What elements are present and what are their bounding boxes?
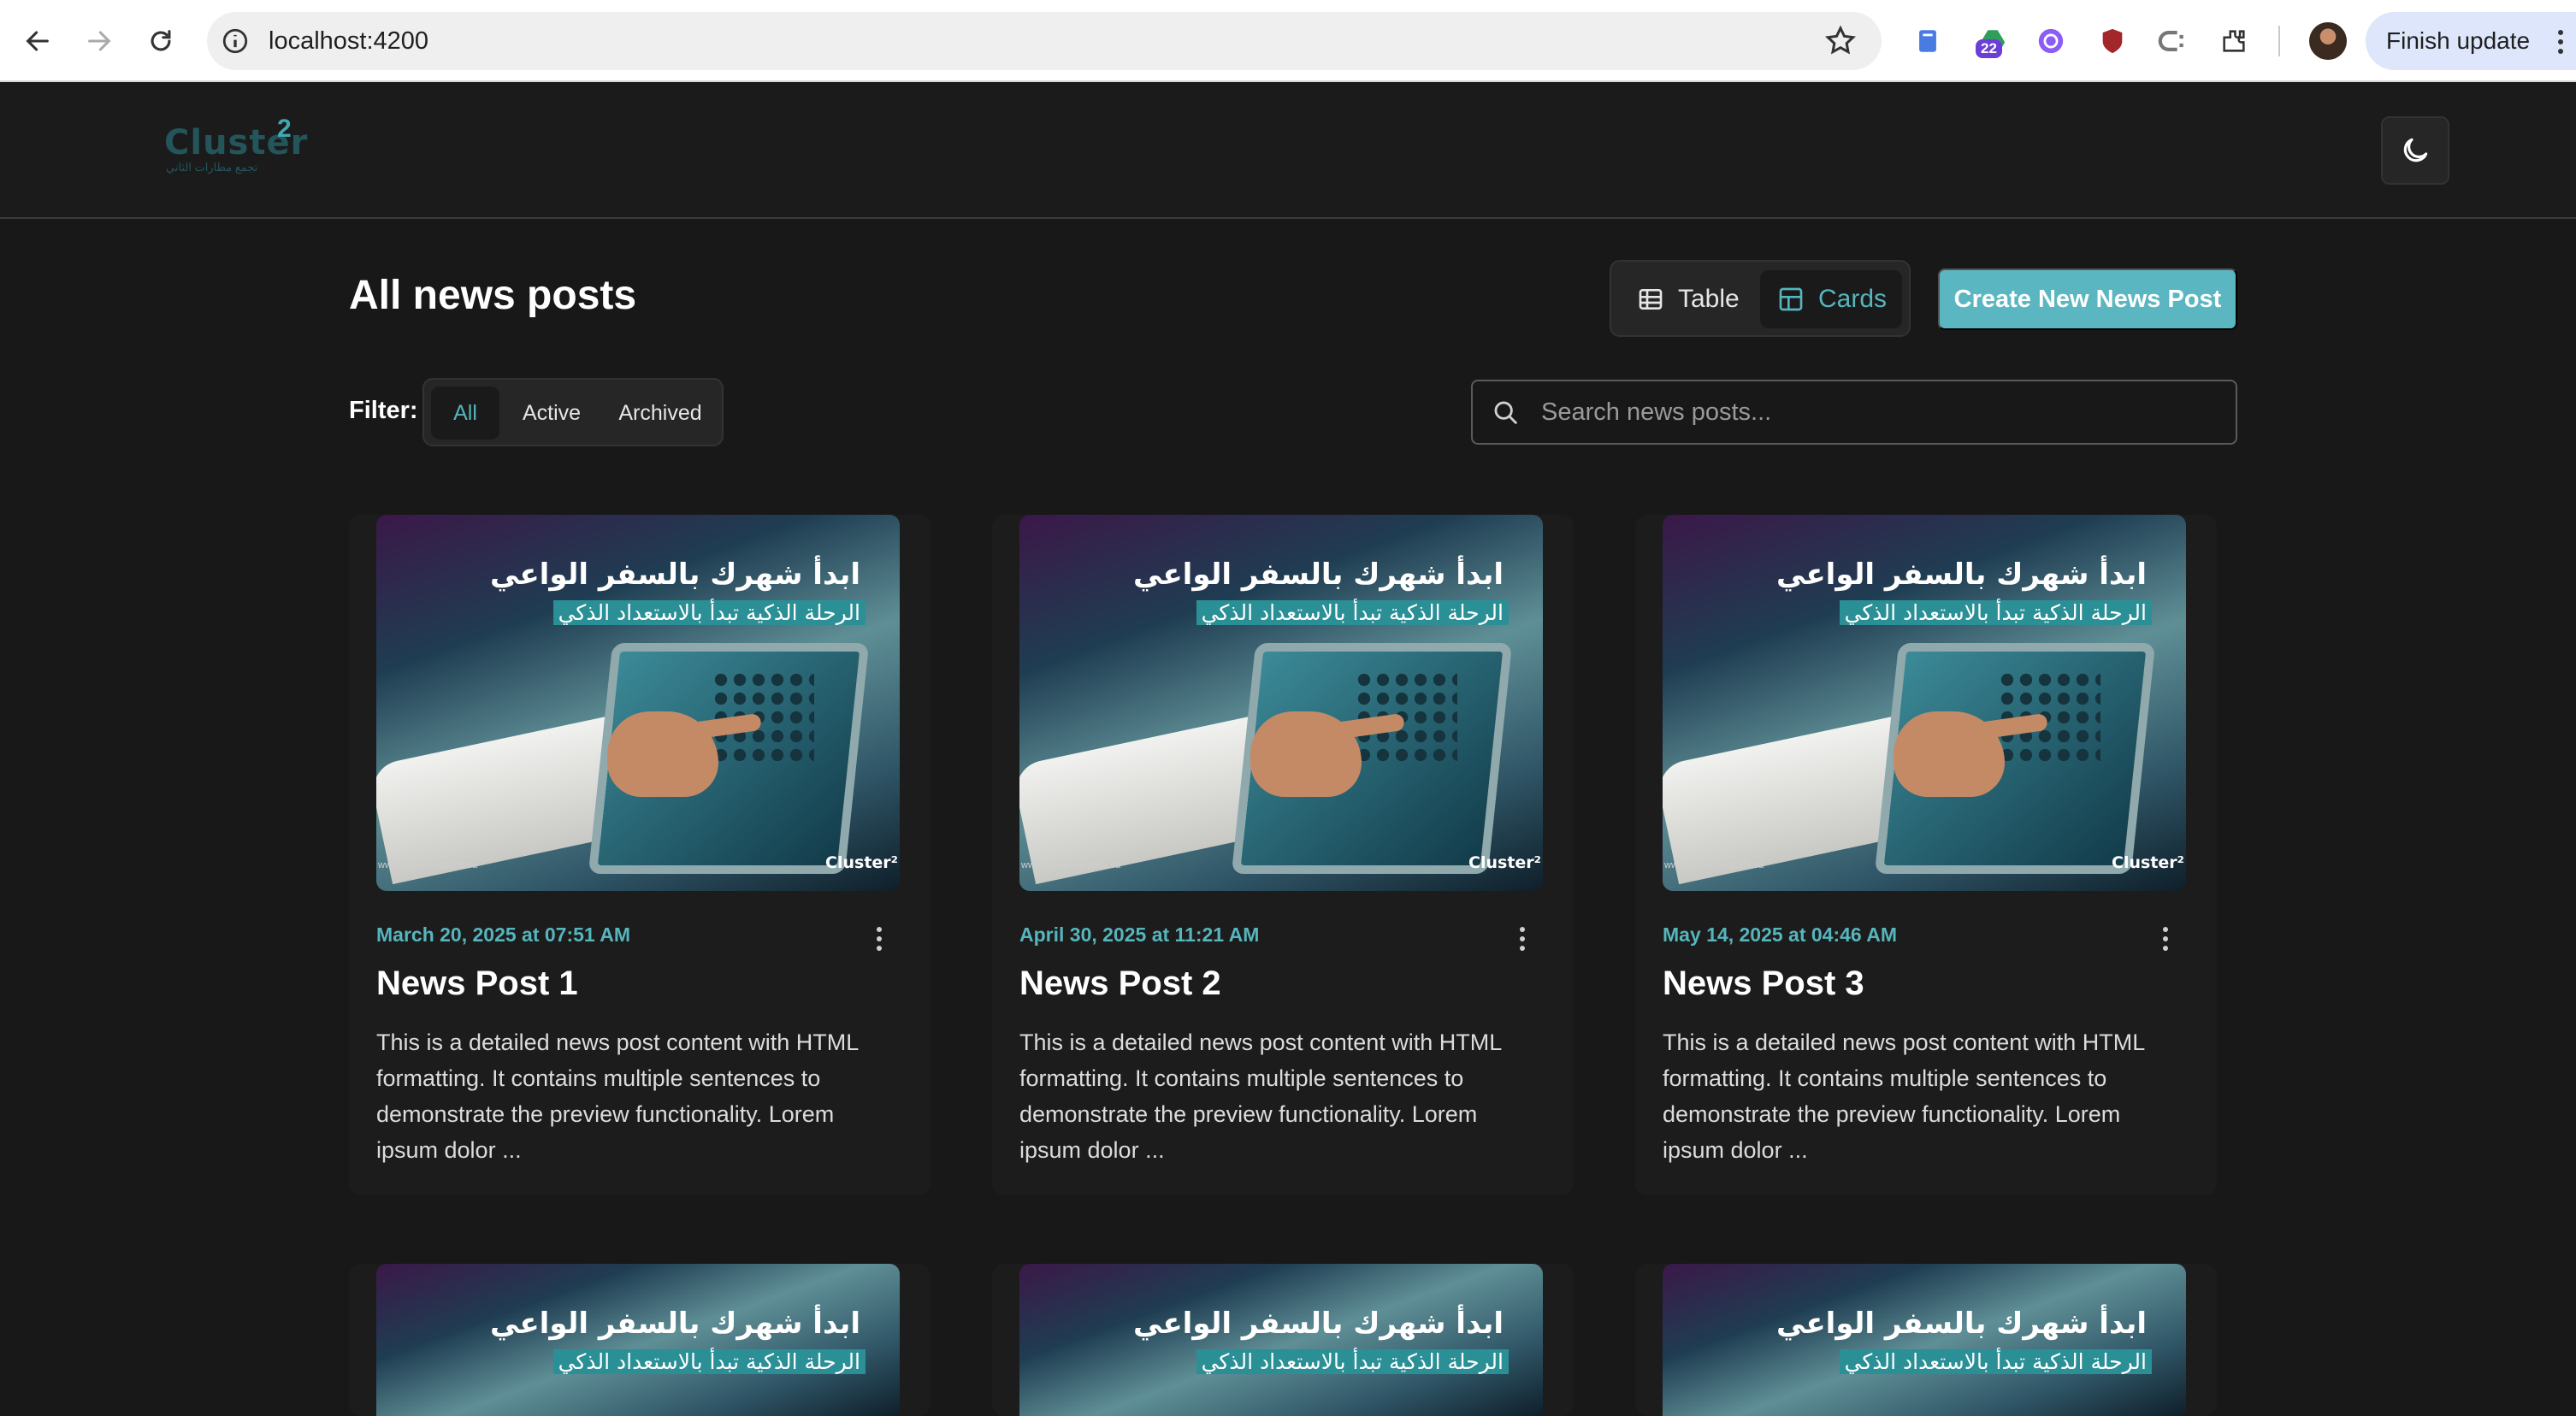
image-footer: www.cluster2airports.sa [378,860,478,870]
image-brand: Cluster² [1468,853,1541,872]
extension-icon-doc[interactable] [1909,22,1947,60]
finish-update-label: Finish update [2386,27,2531,54]
browser-toolbar: localhost:4200 22 Finish update [0,0,2576,82]
post-excerpt: This is a detailed news post content wit… [1663,1030,2145,1163]
news-card-image[interactable]: ابدأ شهرك بالسفر الواعي الرحلة الذكية تب… [1019,1264,1543,1416]
image-subline: الرحلة الذكية تبدأ بالاستعداد الذكي [1839,1349,2152,1374]
extension-icon-shield[interactable] [2094,22,2131,60]
more-options-icon[interactable] [2160,925,2171,953]
site-info-icon[interactable] [221,27,250,56]
more-options-icon[interactable] [874,925,884,953]
cluster-logo[interactable]: Cluster 2 تجمع مطارات الثاني [164,115,308,174]
post-date: April 30, 2025 at 11:21 AM [1019,923,1260,946]
cards-grid-icon [1779,287,1803,311]
post-excerpt: This is a detailed news post content wit… [1019,1030,1502,1163]
more-options-icon[interactable] [1517,925,1527,953]
page-title: All news posts [349,273,637,318]
news-card-image[interactable]: ابدأ شهرك بالسفر الواعي الرحلة الذكية تب… [1019,515,1543,891]
image-headline: ابدأ شهرك بالسفر الواعي [490,558,860,592]
image-subline: الرحلة الذكية تبدأ بالاستعداد الذكي [1196,600,1509,625]
news-card-image[interactable]: ابدأ شهرك بالسفر الواعي الرحلة الذكية تب… [1663,515,2186,891]
theme-toggle-button[interactable] [2381,116,2449,185]
logo-superscript: 2 [277,115,292,143]
post-title[interactable]: News Post 2 [1019,965,1221,1003]
extension-icon-ai[interactable] [2032,22,2070,60]
news-card[interactable]: ابدأ شهرك بالسفر الواعي الرحلة الذكية تب… [349,515,931,1195]
url-text[interactable]: localhost:4200 [269,12,428,70]
bookmark-star-icon[interactable] [1823,24,1858,58]
image-headline: ابدأ شهرك بالسفر الواعي [1133,558,1504,592]
table-view-button[interactable]: Table [1620,270,1757,328]
image-footer: www.cluster2airports.sa [1021,860,1121,870]
image-subline: الرحلة الذكية تبدأ بالاستعداد الذكي [552,600,866,625]
search-icon [1494,401,1517,424]
search-box [1471,380,2237,445]
post-title[interactable]: News Post 1 [376,965,578,1003]
logo-tagline: تجمع مطارات الثاني [166,161,258,174]
create-news-post-button[interactable]: Create New News Post [1938,268,2237,330]
news-card[interactable]: ابدأ شهرك بالسفر الواعي الرحلة الذكية تب… [1635,1264,2217,1416]
post-date: March 20, 2025 at 07:51 AM [376,923,631,946]
address-bar[interactable]: localhost:4200 [207,12,1882,70]
toolbar-divider [2278,26,2280,56]
news-card-image[interactable]: ابدأ شهرك بالسفر الواعي الرحلة الذكية تب… [376,1264,900,1416]
extension-icon-code[interactable] [2154,22,2191,60]
post-excerpt: This is a detailed news post content wit… [376,1030,859,1163]
filter-archived[interactable]: Archived [602,386,718,440]
status-filter: All Active Archived [422,378,724,446]
news-card-image[interactable]: ابدأ شهرك بالسفر الواعي الرحلة الذكية تب… [1663,1264,2186,1416]
filter-all[interactable]: All [431,386,499,440]
extension-badge: 22 [1976,39,2002,58]
news-card[interactable]: ابدأ شهرك بالسفر الواعي الرحلة الذكية تب… [1635,515,2217,1195]
post-date: May 14, 2025 at 04:46 AM [1663,923,1898,946]
filter-active[interactable]: Active [506,386,597,440]
news-card-image[interactable]: ابدأ شهرك بالسفر الواعي الرحلة الذكية تب… [376,515,900,891]
search-input[interactable] [1541,381,2217,443]
image-brand: Cluster² [2112,853,2184,872]
forward-icon[interactable] [80,21,118,62]
reload-icon[interactable] [142,21,180,62]
back-icon[interactable] [19,21,56,62]
image-headline: ابدأ شهرك بالسفر الواعي [1133,1307,1504,1341]
app-header: Cluster 2 تجمع مطارات الثاني [0,82,2576,219]
view-toggle: Table Cards [1610,260,1911,337]
image-subline: الرحلة الذكية تبدأ بالاستعداد الذكي [1839,600,2152,625]
extensions-puzzle-icon[interactable] [2215,22,2253,60]
browser-menu-icon[interactable] [2557,29,2564,55]
table-icon [1639,289,1663,310]
image-subline: الرحلة الذكية تبدأ بالاستعداد الذكي [1196,1349,1509,1374]
image-subline: الرحلة الذكية تبدأ بالاستعداد الذكي [552,1349,866,1374]
image-headline: ابدأ شهرك بالسفر الواعي [1776,558,2147,592]
cards-view-button[interactable]: Cards [1760,270,1902,328]
image-footer: www.cluster2airports.sa [1664,860,1764,870]
filter-label: Filter: [349,397,418,424]
moon-icon [2403,138,2428,162]
image-headline: ابدأ شهرك بالسفر الواعي [490,1307,860,1341]
table-view-label: Table [1678,285,1740,313]
image-headline: ابدأ شهرك بالسفر الواعي [1776,1307,2147,1341]
news-card[interactable]: ابدأ شهرك بالسفر الواعي الرحلة الذكية تب… [992,515,1574,1195]
profile-avatar[interactable] [2309,22,2347,60]
image-brand: Cluster² [825,853,898,872]
news-card[interactable]: ابدأ شهرك بالسفر الواعي الرحلة الذكية تب… [349,1264,931,1416]
finish-update-button[interactable]: Finish update [2366,12,2576,70]
cards-view-label: Cards [1818,285,1888,313]
news-card[interactable]: ابدأ شهرك بالسفر الواعي الرحلة الذكية تب… [992,1264,1574,1416]
post-title[interactable]: News Post 3 [1663,965,1864,1003]
